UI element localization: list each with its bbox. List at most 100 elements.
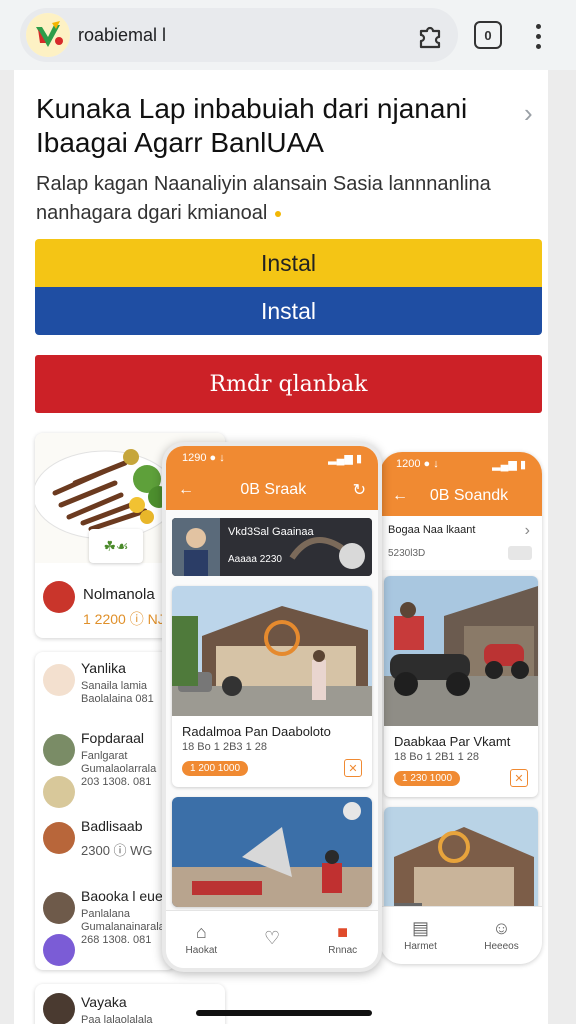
listing-headline: Kunaka Lap inbabuiah dari njanani Ibaaga… (36, 93, 468, 158)
nav-item-heeeos[interactable]: ☺ Heeeos (461, 907, 542, 964)
status-time: 1290 ● ↓ (182, 452, 225, 464)
listing-description: Ralap kagan Naanaliyin alansain Sasia la… (36, 170, 516, 228)
list-item-sub2: Gumalaolarrala (81, 763, 157, 775)
toggle-chip (508, 546, 532, 560)
nav-label: Harmet (404, 941, 437, 952)
post-footer: 1 200 1000 ✕ (172, 753, 372, 787)
avatar (43, 581, 75, 613)
avatar (43, 734, 75, 766)
list-item[interactable]: Vayaka Paa lalaolalala (35, 984, 225, 1024)
left-list-card-bottom: Vayaka Paa lalaolalala (35, 984, 225, 1024)
post-sub: 18 Bo 1 2B1 1 28 (394, 751, 480, 763)
herb-tag-icon: ☘☙ (89, 529, 143, 563)
gesture-home-bar[interactable] (196, 1010, 372, 1016)
refresh-icon[interactable]: ↻ (353, 480, 366, 500)
post-image (384, 576, 538, 726)
browser-top-bar: roabiemal l 0 (0, 0, 576, 70)
phone-mockup-back: 1200 ● ↓ ▂▄▆ ▮ ← 0B Soandk Bogaa Naa lka… (380, 452, 542, 964)
nav-item-harmet[interactable]: ▤ Harmet (380, 907, 461, 964)
status-signal: ▂▄▆ ▮ (328, 452, 362, 465)
app-title: 0B Soandk (429, 487, 509, 504)
list-item[interactable]: Badlisaab 2300 ⓘ WG (35, 810, 175, 880)
avatar (43, 664, 75, 696)
food-thumb (43, 822, 75, 854)
list-item[interactable]: Fopdaraal Fanlgarat Gumalaolarrala 203 130… (35, 722, 175, 810)
list-item-sub2: Baolalaina 081 (81, 693, 154, 705)
post-card[interactable]: Daabkaa Par Vkamt 18 Bo 1 2B1 1 28 1 230… (384, 576, 538, 797)
puzzle-icon[interactable] (416, 22, 446, 50)
app-header: ← 0B Soandk (380, 476, 542, 516)
post-title: Radalmoa Pan Daaboloto (182, 724, 331, 739)
nav-label: Heeeos (484, 941, 519, 952)
back-arrow-icon[interactable]: ← (392, 487, 408, 505)
list-item-sub3: 268 1308. 081 (81, 934, 152, 946)
book-icon: ▤ (411, 918, 429, 938)
address-bar[interactable]: roabiemal l (20, 8, 458, 62)
list-item-sub2: Gumalanainarala (81, 921, 165, 933)
food-price: 1 2200 ⓘ NJS (83, 611, 175, 627)
price-pill[interactable]: 1 230 1000 (394, 770, 461, 786)
status-signal: ▂▄▆ ▮ (492, 458, 526, 471)
url-text: roabiemal l (78, 25, 167, 45)
promo-banner[interactable]: Vkd3Sal Gaainaa Aaaaa 2230 (172, 518, 372, 576)
install-button-yellow[interactable]: Instal (35, 239, 542, 287)
app-title: 0B Sraak (240, 481, 307, 498)
more-vert-icon[interactable] (526, 20, 550, 52)
bag-icon: ■ (337, 922, 349, 942)
bottom-nav: ⌂ Haokat ♡ ■ Rnnac (166, 910, 378, 968)
list-item-sub: Paa lalaolalala (81, 1014, 153, 1024)
dot-icon (274, 210, 281, 217)
post-image (172, 586, 372, 716)
back-arrow-icon[interactable]: ← (178, 481, 194, 499)
avatar (43, 892, 75, 924)
top-row[interactable]: Bogaa Naa lkaant 5230l3D › (380, 516, 542, 570)
post-image (172, 797, 372, 907)
list-item-sub1: Sanaila lamia (81, 680, 148, 692)
list-item-sub: 2300 ⓘ WG (81, 843, 153, 858)
post-card[interactable]: Radalmoa Pan Daaboloto 18 Bo 1 2B3 1 28 … (172, 586, 372, 787)
app-header: ← 0B Sraak ↻ (166, 470, 378, 510)
list-item-sub1: Panlalana (81, 908, 130, 920)
list-item[interactable]: Yanlika Sanaila lamia Baolalaina 081 (35, 652, 175, 722)
bookmark-icon[interactable]: ✕ (510, 769, 528, 787)
home-icon: ⌂ (195, 922, 207, 942)
price-pill[interactable]: 1 200 1000 (182, 760, 249, 776)
chevron-right-icon: › (524, 522, 530, 539)
top-row-title: Bogaa Naa lkaant (388, 524, 476, 536)
install-button-blue[interactable]: Instal (35, 287, 542, 335)
tabs-count-icon[interactable]: 0 (474, 21, 502, 49)
nav-item-favorites[interactable]: ♡ (237, 911, 308, 968)
banner-sub: Aaaaa 2230 (228, 554, 282, 565)
red-action-button[interactable]: Rmdr qlanbak (35, 355, 542, 413)
description-text: Ralap kagan Naanaliyin alansain Sasia la… (36, 173, 491, 224)
post-card[interactable] (172, 797, 372, 907)
list-item-title: Baooka l eue (81, 888, 163, 904)
nav-item-bag[interactable]: ■ Rnnac (307, 911, 378, 968)
bottom-nav: ▤ Harmet ☺ Heeeos (380, 906, 542, 964)
food-name: Nolmanola (83, 586, 155, 603)
banner-text: Vkd3Sal Gaainaa (228, 526, 314, 538)
food-thumb (43, 776, 75, 808)
status-bar: 1200 ● ↓ ▂▄▆ ▮ (380, 452, 542, 476)
site-logo-icon (26, 13, 70, 57)
list-item-sub3: 203 1308. 081 (81, 776, 152, 788)
nav-label: Haokat (185, 945, 218, 956)
list-item-sub: Panlalana Gumalanainarala 268 1308. 081 (81, 908, 165, 947)
chevron-right-icon[interactable]: › (524, 98, 533, 129)
list-item[interactable]: Baooka l eue Panlalana Gumalanainarala 268… (35, 880, 175, 970)
person-icon: ☺ (492, 918, 511, 938)
nav-item-home[interactable]: ⌂ Haokat (166, 911, 237, 968)
app-badge-icon (43, 934, 75, 966)
status-bar: 1290 ● ↓ ▂▄▆ ▮ (166, 446, 378, 470)
list-item-title: Vayaka (81, 994, 127, 1010)
post-footer: 1 230 1000 ✕ (384, 763, 538, 797)
phone-mockup-front: 1290 ● ↓ ▂▄▆ ▮ ← 0B Sraak ↻ Vkd3Sal Gaai… (162, 442, 382, 972)
bookmark-icon[interactable]: ✕ (344, 759, 362, 777)
list-item-title: Badlisaab (81, 818, 143, 834)
list-item-sub: Sanaila lamia Baolalaina 081 (81, 680, 154, 706)
heart-icon: ♡ (263, 927, 281, 948)
avatar (43, 993, 75, 1024)
list-item-title: Yanlika (81, 660, 126, 676)
list-item-title: Fopdaraal (81, 730, 145, 746)
nav-label: Rnnac (328, 945, 358, 956)
